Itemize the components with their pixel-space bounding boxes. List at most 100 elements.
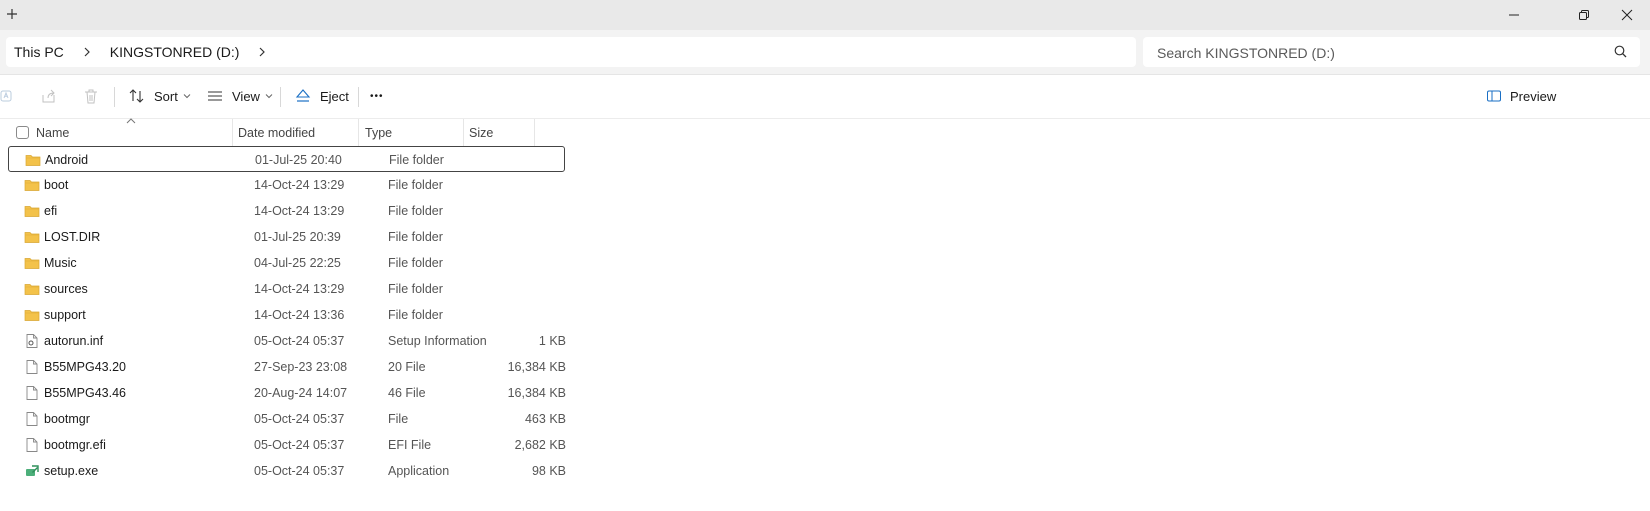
select-all-checkbox[interactable] <box>16 126 29 139</box>
restore-button[interactable] <box>1561 0 1607 30</box>
file-name: boot <box>44 178 69 192</box>
column-date-label: Date modified <box>238 125 316 140</box>
close-icon <box>1621 9 1633 21</box>
more-icon: ••• <box>370 90 384 102</box>
preview-label: Preview <box>1510 88 1557 104</box>
file-date-modified: 14-Oct-24 13:29 <box>254 204 345 218</box>
toolbar-divider <box>114 87 115 107</box>
folder-icon <box>24 203 40 219</box>
file-name: efi <box>44 204 58 218</box>
preview-pane-icon <box>1487 90 1501 102</box>
folder-icon <box>24 229 40 245</box>
file-date-modified: 20-Aug-24 14:07 <box>254 386 348 400</box>
column-resize-handle[interactable] <box>358 119 359 146</box>
eject-icon <box>295 89 311 102</box>
search-icon[interactable] <box>1613 44 1629 60</box>
column-resize-handle[interactable] <box>232 119 233 146</box>
eject-button[interactable]: Eject <box>294 81 349 111</box>
file-row[interactable]: B55MPG43.46 20-Aug-24 14:07 46 File 16,384 … <box>8 380 570 406</box>
preview-button[interactable]: Preview <box>1486 81 1556 111</box>
trash-icon <box>85 89 97 104</box>
close-button[interactable] <box>1604 0 1650 30</box>
file-size: 16,384 KB <box>507 386 566 400</box>
file-type: File <box>388 412 409 426</box>
file-row[interactable]: efi 14-Oct-24 13:29 File folder <box>8 198 570 224</box>
file-type: File folder <box>388 204 443 218</box>
search-box[interactable] <box>1143 37 1640 69</box>
rename-button[interactable] <box>0 81 16 111</box>
file-size: 16,384 KB <box>507 360 566 374</box>
view-label: View <box>232 88 260 104</box>
delete-button[interactable] <box>82 81 100 111</box>
file-size: 1 KB <box>538 334 566 348</box>
chevron-right-icon[interactable] <box>78 43 96 61</box>
breadcrumb-this-pc[interactable]: This PC <box>6 44 72 60</box>
file-row[interactable]: autorun.inf 05-Oct-24 05:37 Setup Informat… <box>8 328 570 354</box>
file-row[interactable]: LOST.DIR 01-Jul-25 20:39 File folder <box>8 224 570 250</box>
setup-file-icon <box>24 333 40 349</box>
address-row: This PC KINGSTONRED (D:) <box>0 30 1650 75</box>
chevron-down-icon <box>265 94 273 99</box>
file-type: File folder <box>388 282 443 296</box>
sort-ascending-icon <box>126 118 136 124</box>
column-header-date[interactable]: Date modified <box>238 119 358 146</box>
column-resize-handle[interactable] <box>534 119 535 146</box>
chevron-right-icon[interactable] <box>253 43 271 61</box>
file-type: 20 File <box>388 360 426 374</box>
search-input[interactable] <box>1155 37 1599 69</box>
file-row[interactable]: support 14-Oct-24 13:36 File folder <box>8 302 570 328</box>
column-type-label: Type <box>365 125 393 140</box>
file-size: 98 KB <box>531 464 566 478</box>
file-date-modified: 05-Oct-24 05:37 <box>254 464 345 478</box>
file-name: Music <box>44 256 77 270</box>
folder-icon <box>24 177 40 193</box>
file-size: 2,682 KB <box>514 438 566 452</box>
file-icon <box>24 385 40 401</box>
breadcrumb-drive[interactable]: KINGSTONRED (D:) <box>102 44 248 60</box>
file-row[interactable]: bootmgr 05-Oct-24 05:37 File 463 KB <box>8 406 570 432</box>
view-button[interactable]: View <box>206 81 273 111</box>
column-resize-handle[interactable] <box>463 119 464 146</box>
file-name: bootmgr <box>44 412 90 426</box>
column-header-row: Name Date modified Type Size <box>0 119 570 146</box>
file-row[interactable]: Android 01-Jul-25 20:40 File folder <box>8 146 565 172</box>
file-name: B55MPG43.46 <box>44 386 126 400</box>
file-date-modified: 04-Jul-25 22:25 <box>254 256 341 270</box>
file-icon <box>24 359 40 375</box>
file-row[interactable]: boot 14-Oct-24 13:29 File folder <box>8 172 570 198</box>
file-date-modified: 01-Jul-25 20:39 <box>254 230 341 244</box>
file-icon <box>24 411 40 427</box>
file-type: Setup Information <box>388 334 487 348</box>
file-type: File folder <box>388 256 443 270</box>
file-date-modified: 05-Oct-24 05:37 <box>254 334 345 348</box>
share-button[interactable] <box>40 81 58 111</box>
file-name: setup.exe <box>44 464 99 478</box>
minimize-button[interactable] <box>1491 0 1537 30</box>
file-name: autorun.inf <box>44 334 104 348</box>
more-options-button[interactable]: ••• <box>370 81 384 111</box>
file-row[interactable]: bootmgr.efi 05-Oct-24 05:37 EFI File 2,682 … <box>8 432 570 458</box>
file-date-modified: 05-Oct-24 05:37 <box>254 412 345 426</box>
file-date-modified: 14-Oct-24 13:29 <box>254 178 345 192</box>
file-type: File folder <box>388 308 443 322</box>
file-date-modified: 27-Sep-23 23:08 <box>254 360 348 374</box>
sort-button[interactable]: Sort <box>128 81 191 111</box>
file-name: LOST.DIR <box>44 230 101 244</box>
sort-label: Sort <box>154 88 178 104</box>
plus-icon <box>7 9 17 19</box>
new-tab-button[interactable] <box>4 6 20 22</box>
setup-exe-icon <box>24 463 40 479</box>
file-name: sources <box>44 282 88 296</box>
breadcrumb[interactable]: This PC KINGSTONRED (D:) <box>6 37 1136 67</box>
file-row[interactable]: B55MPG43.20 27-Sep-23 23:08 20 File 16,384 … <box>8 354 570 380</box>
share-icon <box>42 89 55 103</box>
toolbar-divider <box>358 87 359 107</box>
file-row[interactable]: sources 14-Oct-24 13:29 File folder <box>8 276 570 302</box>
file-date-modified: 14-Oct-24 13:29 <box>254 282 345 296</box>
column-size-label: Size <box>469 125 494 140</box>
column-header-size[interactable]: Size <box>469 119 533 146</box>
file-row[interactable]: setup.exe 05-Oct-24 05:37 Application 98 KB <box>8 458 570 484</box>
file-date-modified: 05-Oct-24 05:37 <box>254 438 345 452</box>
column-header-type[interactable]: Type <box>365 119 463 146</box>
file-row[interactable]: Music 04-Jul-25 22:25 File folder <box>8 250 570 276</box>
